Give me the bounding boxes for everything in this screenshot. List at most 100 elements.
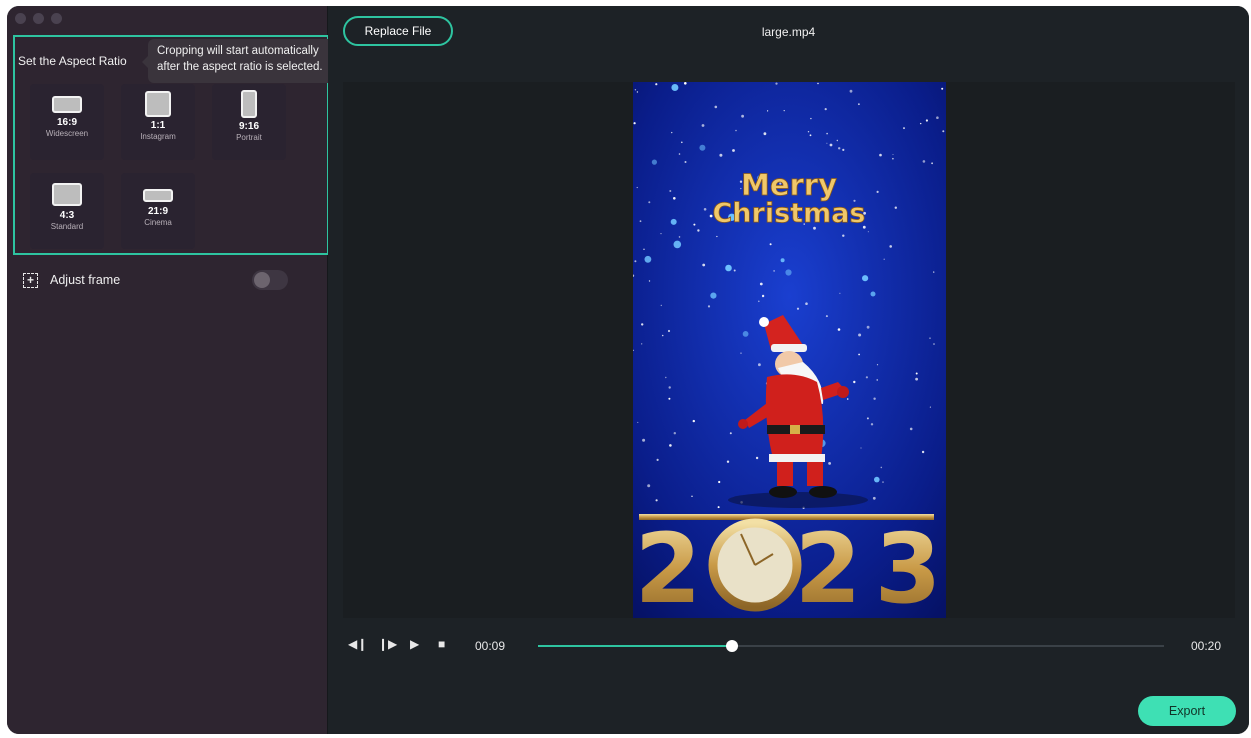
star <box>807 131 810 133</box>
star <box>678 236 681 238</box>
star <box>858 353 860 356</box>
star <box>710 292 717 299</box>
tooltip-line-2: after the aspect ratio is selected. <box>157 61 323 73</box>
star <box>660 233 662 235</box>
main-panel: Replace File large.mp4 Merry Christmas 2… <box>328 6 1249 734</box>
star <box>872 496 876 500</box>
christmas-video-still: Merry Christmas 2 2 3 <box>633 82 946 618</box>
star <box>892 154 894 155</box>
sidebar: Set the Aspect Ratio Cropping will start… <box>7 6 357 734</box>
star <box>665 376 667 379</box>
star <box>826 142 828 144</box>
star <box>860 447 862 449</box>
star <box>785 269 792 276</box>
star <box>837 328 841 331</box>
close-window-button[interactable] <box>15 13 26 24</box>
star <box>929 406 931 408</box>
star <box>656 458 659 461</box>
star <box>634 260 637 263</box>
star <box>702 263 706 267</box>
star <box>892 157 894 160</box>
star <box>825 315 828 318</box>
star <box>740 352 742 354</box>
ratio-name: Cinema <box>144 218 172 227</box>
cinema-shape-icon <box>143 189 173 202</box>
export-button[interactable]: Export <box>1138 696 1236 726</box>
year-digit-2: 2 <box>635 513 702 618</box>
star <box>669 190 672 192</box>
star <box>719 153 723 157</box>
star <box>761 294 765 298</box>
star <box>842 148 845 151</box>
star <box>671 84 679 91</box>
star <box>667 329 671 333</box>
star <box>842 234 845 237</box>
star <box>634 89 637 91</box>
playback-progress-slider[interactable] <box>538 640 1164 652</box>
play-icon[interactable]: ▶ <box>410 637 419 651</box>
star <box>775 82 778 85</box>
star <box>903 127 905 130</box>
window-controls <box>15 13 62 24</box>
star <box>909 427 913 431</box>
star <box>889 245 892 248</box>
star <box>741 114 744 118</box>
ratio-name: Widescreen <box>45 129 89 138</box>
star <box>684 161 687 163</box>
adjust-frame-toggle[interactable] <box>252 270 288 290</box>
app-window: Set the Aspect Ratio Cropping will start… <box>7 6 1249 734</box>
star <box>941 87 944 90</box>
ratio-tile-cinema[interactable]: 21:9 Cinema <box>121 173 195 249</box>
star <box>805 302 808 305</box>
year-digit-3: 3 <box>875 513 942 618</box>
star <box>684 82 687 85</box>
star <box>671 131 673 134</box>
stop-icon[interactable]: ■ <box>438 637 445 651</box>
ratio-name: Portrait <box>236 133 262 142</box>
ratio-value: 21:9 <box>147 206 168 217</box>
star <box>697 229 700 232</box>
top-bar: Replace File large.mp4 <box>328 6 1249 58</box>
zoom-window-button[interactable] <box>51 13 62 24</box>
progress-thumb[interactable] <box>726 640 739 652</box>
star <box>915 372 918 375</box>
aspect-ratio-title: Set the Aspect Ratio <box>18 54 127 68</box>
star <box>933 271 935 273</box>
ratio-tile-standard[interactable]: 4:3 Standard <box>30 173 104 249</box>
star <box>644 255 652 263</box>
star <box>873 397 876 400</box>
ratio-name: Instagram <box>140 132 176 141</box>
christmas-text: Christmas <box>712 198 865 229</box>
year-digit-2b: 2 <box>795 513 862 618</box>
star <box>681 141 683 144</box>
ratio-tile-portrait[interactable]: 9:16 Portrait <box>212 84 286 160</box>
current-time: 00:09 <box>475 639 506 653</box>
star <box>925 119 928 122</box>
video-frame[interactable]: Merry Christmas 2 2 3 <box>633 82 946 618</box>
ratio-tile-instagram[interactable]: 1:1 Instagram <box>121 84 195 160</box>
star <box>636 91 639 93</box>
star <box>691 495 693 497</box>
star <box>931 162 933 165</box>
star <box>876 379 878 381</box>
step-back-icon[interactable]: ◀❙ <box>348 637 367 651</box>
star <box>701 124 705 127</box>
star <box>678 153 681 155</box>
frame-add-icon: + <box>23 273 38 288</box>
star <box>742 331 749 337</box>
star <box>703 208 707 211</box>
star <box>929 337 931 339</box>
ratio-tile-widescreen[interactable]: 16:9 Widescreen <box>30 84 104 160</box>
progress-fill <box>538 645 733 647</box>
star <box>733 269 736 272</box>
star <box>699 144 706 151</box>
step-forward-icon[interactable]: ❙▶ <box>378 637 397 651</box>
minimize-window-button[interactable] <box>33 13 44 24</box>
star <box>767 110 769 112</box>
star <box>673 432 676 435</box>
star <box>670 218 677 225</box>
star <box>865 376 868 379</box>
star <box>839 292 841 294</box>
star <box>643 248 645 250</box>
star <box>826 132 828 135</box>
